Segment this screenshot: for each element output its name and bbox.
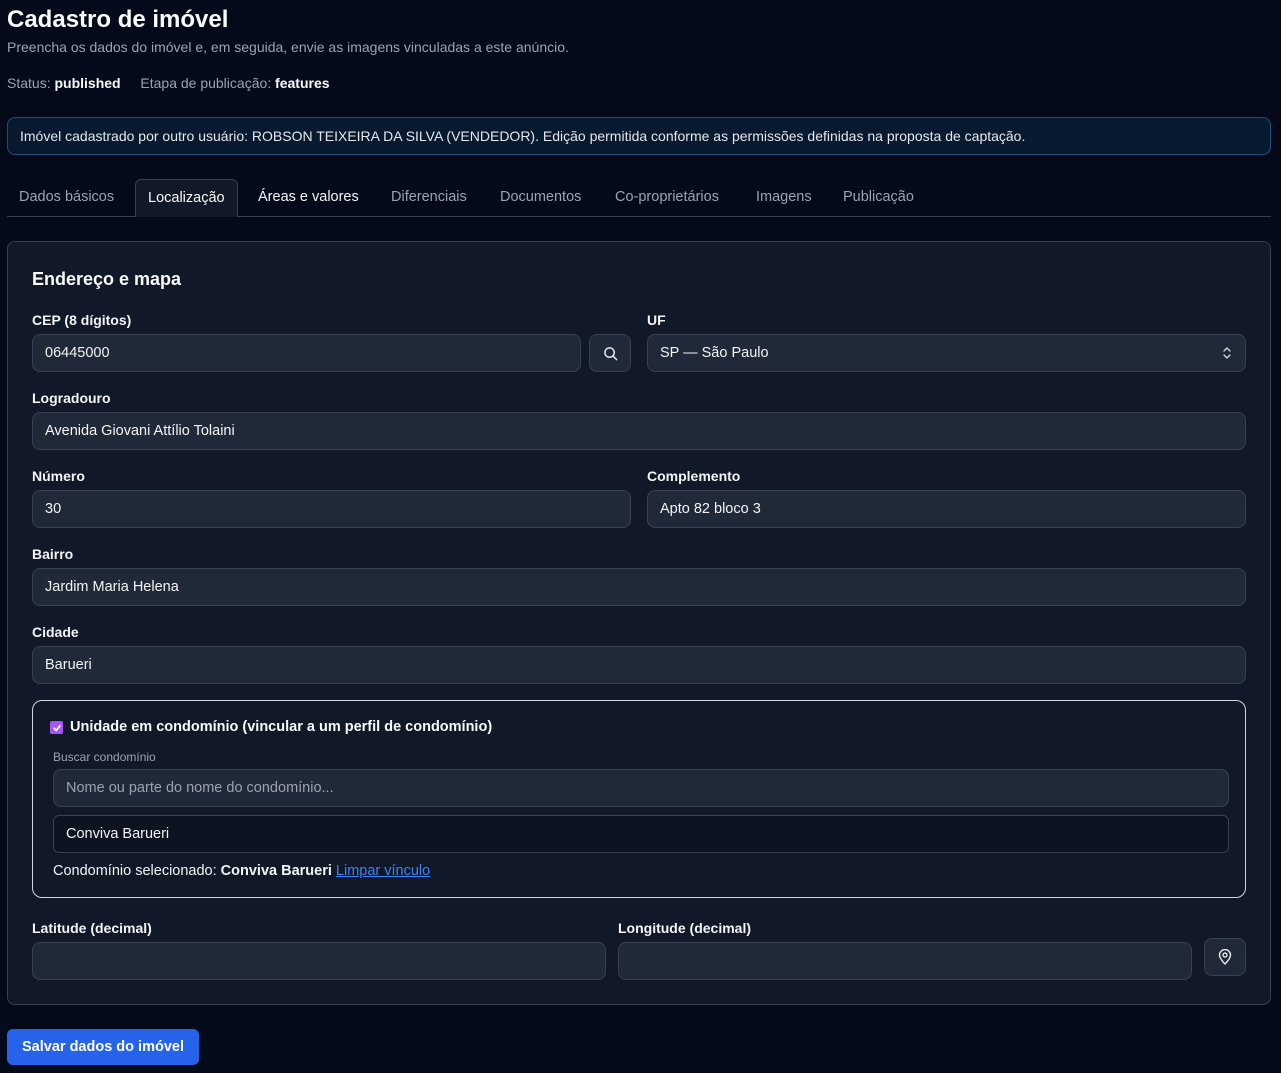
condominio-selected-line: Condomínio selecionado: Conviva Barueri … (53, 863, 430, 879)
condominio-checkbox-label[interactable]: Unidade em condomínio (vincular a um per… (70, 719, 492, 735)
numero-input[interactable]: 30 (32, 490, 631, 528)
stage-value: features (275, 75, 330, 91)
numero-label: Número (32, 468, 85, 484)
cidade-label: Cidade (32, 624, 79, 640)
chevron-updown-icon (1223, 347, 1231, 359)
cidade-input[interactable]: Barueri (32, 646, 1246, 684)
condominio-selected-value: Conviva Barueri (220, 863, 332, 879)
tab-imagens[interactable]: Imagens (756, 179, 812, 216)
condominio-search-input[interactable]: Nome ou parte do nome do condomínio... (53, 769, 1229, 807)
clear-link[interactable]: Limpar vínculo (336, 863, 430, 879)
condominio-checkbox[interactable] (50, 721, 63, 734)
status-value: published (54, 75, 121, 91)
condominio-search-label: Buscar condomínio (53, 750, 156, 764)
bairro-input[interactable]: Jardim Maria Helena (32, 568, 1246, 606)
check-icon (52, 724, 61, 731)
longitude-label: Longitude (decimal) (618, 920, 751, 936)
stage-label: Etapa de publicação: (140, 75, 272, 91)
complemento-label: Complemento (647, 468, 741, 484)
tab-dados-basicos[interactable]: Dados básicos (19, 179, 114, 216)
page-title: Cadastro de imóvel (7, 6, 229, 33)
uf-select-value: SP — São Paulo (660, 345, 769, 361)
tab-diferenciais[interactable]: Diferenciais (391, 179, 467, 216)
tab-co-proprietarios[interactable]: Co-proprietários (615, 179, 719, 216)
condominio-selected-label: Condomínio selecionado: (53, 863, 217, 879)
tab-bar: Dados básicos Localização Áreas e valore… (7, 179, 1271, 217)
condominio-result-item[interactable]: Conviva Barueri (53, 815, 1229, 853)
status-line: Status: published Etapa de publicação: f… (7, 75, 330, 91)
save-button[interactable]: Salvar dados do imóvel (7, 1029, 199, 1065)
cep-search-button[interactable] (589, 334, 631, 372)
longitude-input[interactable] (618, 942, 1192, 980)
latitude-input[interactable] (32, 942, 606, 980)
logradouro-label: Logradouro (32, 390, 111, 406)
status-label: Status: (7, 75, 51, 91)
search-icon (603, 346, 617, 360)
map-pin-icon (1218, 949, 1232, 965)
bairro-label: Bairro (32, 546, 74, 562)
address-card: Endereço e mapa CEP (8 dígitos) 06445000… (7, 241, 1271, 1005)
cep-label: CEP (8 dígitos) (32, 312, 132, 328)
page-subtitle: Preencha os dados do imóvel e, em seguid… (7, 39, 569, 55)
tab-areas-valores[interactable]: Áreas e valores (258, 179, 359, 216)
tab-publicacao[interactable]: Publicação (843, 179, 914, 216)
info-banner: Imóvel cadastrado por outro usuário: ROB… (7, 117, 1271, 155)
condominio-panel: Unidade em condomínio (vincular a um per… (32, 700, 1246, 898)
locate-button[interactable] (1204, 938, 1246, 976)
uf-select[interactable]: SP — São Paulo (647, 334, 1246, 372)
complemento-input[interactable]: Apto 82 bloco 3 (647, 490, 1246, 528)
tab-documentos[interactable]: Documentos (500, 179, 581, 216)
latitude-label: Latitude (decimal) (32, 920, 152, 936)
condominio-search-placeholder: Nome ou parte do nome do condomínio... (66, 780, 334, 796)
uf-label: UF (647, 312, 666, 328)
cep-input[interactable]: 06445000 (32, 334, 581, 372)
logradouro-input[interactable]: Avenida Giovani Attílio Tolaini (32, 412, 1246, 450)
section-title: Endereço e mapa (32, 269, 182, 289)
tab-localizacao[interactable]: Localização (135, 179, 238, 217)
